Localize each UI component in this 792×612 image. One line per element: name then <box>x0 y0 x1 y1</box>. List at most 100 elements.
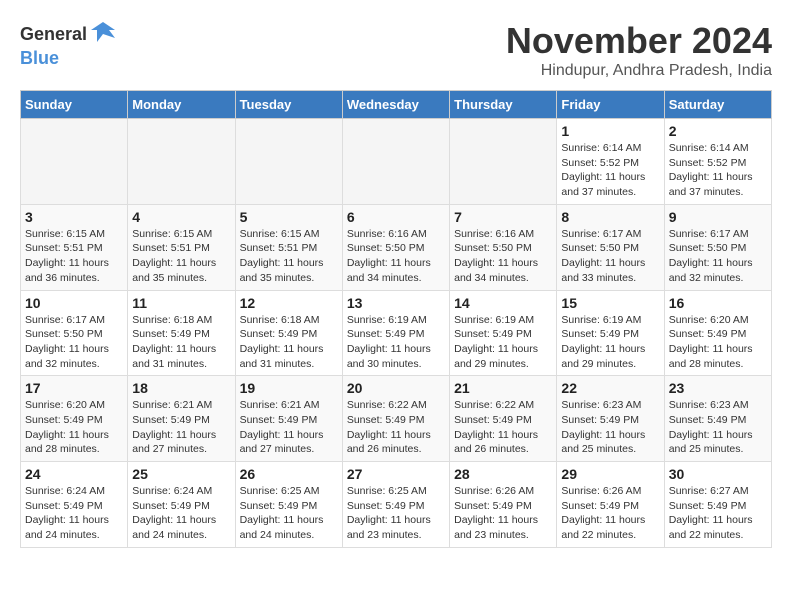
col-header-saturday: Saturday <box>664 91 771 119</box>
col-header-thursday: Thursday <box>450 91 557 119</box>
calendar-cell: 30 Sunrise: 6:27 AMSunset: 5:49 PMDayligh… <box>664 462 771 548</box>
day-info: Sunrise: 6:21 AMSunset: 5:49 PMDaylight:… <box>132 398 230 457</box>
day-number: 1 <box>561 123 659 139</box>
day-number: 15 <box>561 295 659 311</box>
day-info: Sunrise: 6:17 AMSunset: 5:50 PMDaylight:… <box>561 227 659 286</box>
day-info: Sunrise: 6:14 AMSunset: 5:52 PMDaylight:… <box>669 141 767 200</box>
col-header-wednesday: Wednesday <box>342 91 449 119</box>
day-info: Sunrise: 6:24 AMSunset: 5:49 PMDaylight:… <box>132 484 230 543</box>
logo: General Blue <box>20 20 117 69</box>
calendar-cell: 28 Sunrise: 6:26 AMSunset: 5:49 PMDayligh… <box>450 462 557 548</box>
day-info: Sunrise: 6:18 AMSunset: 5:49 PMDaylight:… <box>132 313 230 372</box>
calendar-cell: 27 Sunrise: 6:25 AMSunset: 5:49 PMDayligh… <box>342 462 449 548</box>
day-info: Sunrise: 6:27 AMSunset: 5:49 PMDaylight:… <box>669 484 767 543</box>
calendar-week-row: 24 Sunrise: 6:24 AMSunset: 5:49 PMDayligh… <box>21 462 772 548</box>
calendar-cell: 21 Sunrise: 6:22 AMSunset: 5:49 PMDayligh… <box>450 376 557 462</box>
day-info: Sunrise: 6:17 AMSunset: 5:50 PMDaylight:… <box>25 313 123 372</box>
day-number: 10 <box>25 295 123 311</box>
calendar-cell <box>21 119 128 205</box>
day-number: 9 <box>669 209 767 225</box>
calendar-cell: 23Sunrise: 6:23 AMSunset: 5:49 PMDayligh… <box>664 376 771 462</box>
day-info: Sunrise: 6:26 AMSunset: 5:49 PMDaylight:… <box>454 484 552 543</box>
day-number: 7 <box>454 209 552 225</box>
col-header-friday: Friday <box>557 91 664 119</box>
calendar-cell: 13 Sunrise: 6:19 AMSunset: 5:49 PMDayligh… <box>342 290 449 376</box>
day-info: Sunrise: 6:15 AMSunset: 5:51 PMDaylight:… <box>25 227 123 286</box>
day-info: Sunrise: 6:20 AMSunset: 5:49 PMDaylight:… <box>669 313 767 372</box>
day-info: Sunrise: 6:25 AMSunset: 5:49 PMDaylight:… <box>347 484 445 543</box>
day-number: 28 <box>454 466 552 482</box>
calendar-cell: 8 Sunrise: 6:17 AMSunset: 5:50 PMDaylight… <box>557 204 664 290</box>
day-info: Sunrise: 6:24 AMSunset: 5:49 PMDaylight:… <box>25 484 123 543</box>
day-number: 12 <box>240 295 338 311</box>
day-info: Sunrise: 6:15 AMSunset: 5:51 PMDaylight:… <box>240 227 338 286</box>
calendar-cell: 17 Sunrise: 6:20 AMSunset: 5:49 PMDayligh… <box>21 376 128 462</box>
logo-bird-icon <box>89 20 117 48</box>
calendar-cell <box>235 119 342 205</box>
day-info: Sunrise: 6:22 AMSunset: 5:49 PMDaylight:… <box>454 398 552 457</box>
calendar-cell: 1 Sunrise: 6:14 AMSunset: 5:52 PMDaylight… <box>557 119 664 205</box>
day-number: 17 <box>25 380 123 396</box>
calendar-cell: 10 Sunrise: 6:17 AMSunset: 5:50 PMDayligh… <box>21 290 128 376</box>
day-info: Sunrise: 6:26 AMSunset: 5:49 PMDaylight:… <box>561 484 659 543</box>
day-number: 18 <box>132 380 230 396</box>
calendar-cell: 24 Sunrise: 6:24 AMSunset: 5:49 PMDayligh… <box>21 462 128 548</box>
calendar-week-row: 1 Sunrise: 6:14 AMSunset: 5:52 PMDaylight… <box>21 119 772 205</box>
day-info: Sunrise: 6:19 AMSunset: 5:49 PMDaylight:… <box>347 313 445 372</box>
calendar-week-row: 10 Sunrise: 6:17 AMSunset: 5:50 PMDayligh… <box>21 290 772 376</box>
day-number: 27 <box>347 466 445 482</box>
day-number: 13 <box>347 295 445 311</box>
col-header-tuesday: Tuesday <box>235 91 342 119</box>
day-info: Sunrise: 6:18 AMSunset: 5:49 PMDaylight:… <box>240 313 338 372</box>
calendar-cell: 2 Sunrise: 6:14 AMSunset: 5:52 PMDaylight… <box>664 119 771 205</box>
day-info: Sunrise: 6:14 AMSunset: 5:52 PMDaylight:… <box>561 141 659 200</box>
day-number: 14 <box>454 295 552 311</box>
day-number: 11 <box>132 295 230 311</box>
calendar-cell: 4 Sunrise: 6:15 AMSunset: 5:51 PMDaylight… <box>128 204 235 290</box>
calendar-cell: 18 Sunrise: 6:21 AMSunset: 5:49 PMDayligh… <box>128 376 235 462</box>
day-number: 6 <box>347 209 445 225</box>
day-number: 29 <box>561 466 659 482</box>
title-area: November 2024 Hindupur, Andhra Pradesh, … <box>506 20 772 80</box>
calendar-cell: 16 Sunrise: 6:20 AMSunset: 5:49 PMDayligh… <box>664 290 771 376</box>
day-info: Sunrise: 6:17 AMSunset: 5:50 PMDaylight:… <box>669 227 767 286</box>
day-number: 5 <box>240 209 338 225</box>
day-number: 30 <box>669 466 767 482</box>
calendar-cell: 5 Sunrise: 6:15 AMSunset: 5:51 PMDaylight… <box>235 204 342 290</box>
day-number: 24 <box>25 466 123 482</box>
day-number: 2 <box>669 123 767 139</box>
calendar-cell: 3 Sunrise: 6:15 AMSunset: 5:51 PMDaylight… <box>21 204 128 290</box>
calendar-cell: 26Sunrise: 6:25 AMSunset: 5:49 PMDayligh… <box>235 462 342 548</box>
calendar-cell <box>342 119 449 205</box>
day-number: 8 <box>561 209 659 225</box>
calendar-cell: 7Sunrise: 6:16 AMSunset: 5:50 PMDaylight… <box>450 204 557 290</box>
calendar-cell: 12 Sunrise: 6:18 AMSunset: 5:49 PMDayligh… <box>235 290 342 376</box>
day-info: Sunrise: 6:20 AMSunset: 5:49 PMDaylight:… <box>25 398 123 457</box>
day-number: 3 <box>25 209 123 225</box>
day-info: Sunrise: 6:19 AMSunset: 5:49 PMDaylight:… <box>561 313 659 372</box>
day-number: 19 <box>240 380 338 396</box>
calendar-header-row: SundayMondayTuesdayWednesdayThursdayFrid… <box>21 91 772 119</box>
calendar-cell: 15 Sunrise: 6:19 AMSunset: 5:49 PMDayligh… <box>557 290 664 376</box>
day-info: Sunrise: 6:21 AMSunset: 5:49 PMDaylight:… <box>240 398 338 457</box>
day-number: 20 <box>347 380 445 396</box>
day-number: 25 <box>132 466 230 482</box>
logo-blue-text: Blue <box>20 48 59 68</box>
day-number: 21 <box>454 380 552 396</box>
calendar-week-row: 17 Sunrise: 6:20 AMSunset: 5:49 PMDayligh… <box>21 376 772 462</box>
calendar-cell: 19 Sunrise: 6:21 AMSunset: 5:49 PMDayligh… <box>235 376 342 462</box>
calendar-cell: 20Sunrise: 6:22 AMSunset: 5:49 PMDayligh… <box>342 376 449 462</box>
calendar-week-row: 3 Sunrise: 6:15 AMSunset: 5:51 PMDaylight… <box>21 204 772 290</box>
calendar-cell <box>128 119 235 205</box>
calendar-cell: 11 Sunrise: 6:18 AMSunset: 5:49 PMDayligh… <box>128 290 235 376</box>
day-info: Sunrise: 6:16 AMSunset: 5:50 PMDaylight:… <box>347 227 445 286</box>
calendar-cell <box>450 119 557 205</box>
day-number: 16 <box>669 295 767 311</box>
col-header-sunday: Sunday <box>21 91 128 119</box>
month-title: November 2024 <box>506 20 772 62</box>
day-info: Sunrise: 6:15 AMSunset: 5:51 PMDaylight:… <box>132 227 230 286</box>
calendar-table: SundayMondayTuesdayWednesdayThursdayFrid… <box>20 90 772 548</box>
location-subtitle: Hindupur, Andhra Pradesh, India <box>506 62 772 80</box>
day-number: 4 <box>132 209 230 225</box>
logo-general-text: General <box>20 24 87 45</box>
